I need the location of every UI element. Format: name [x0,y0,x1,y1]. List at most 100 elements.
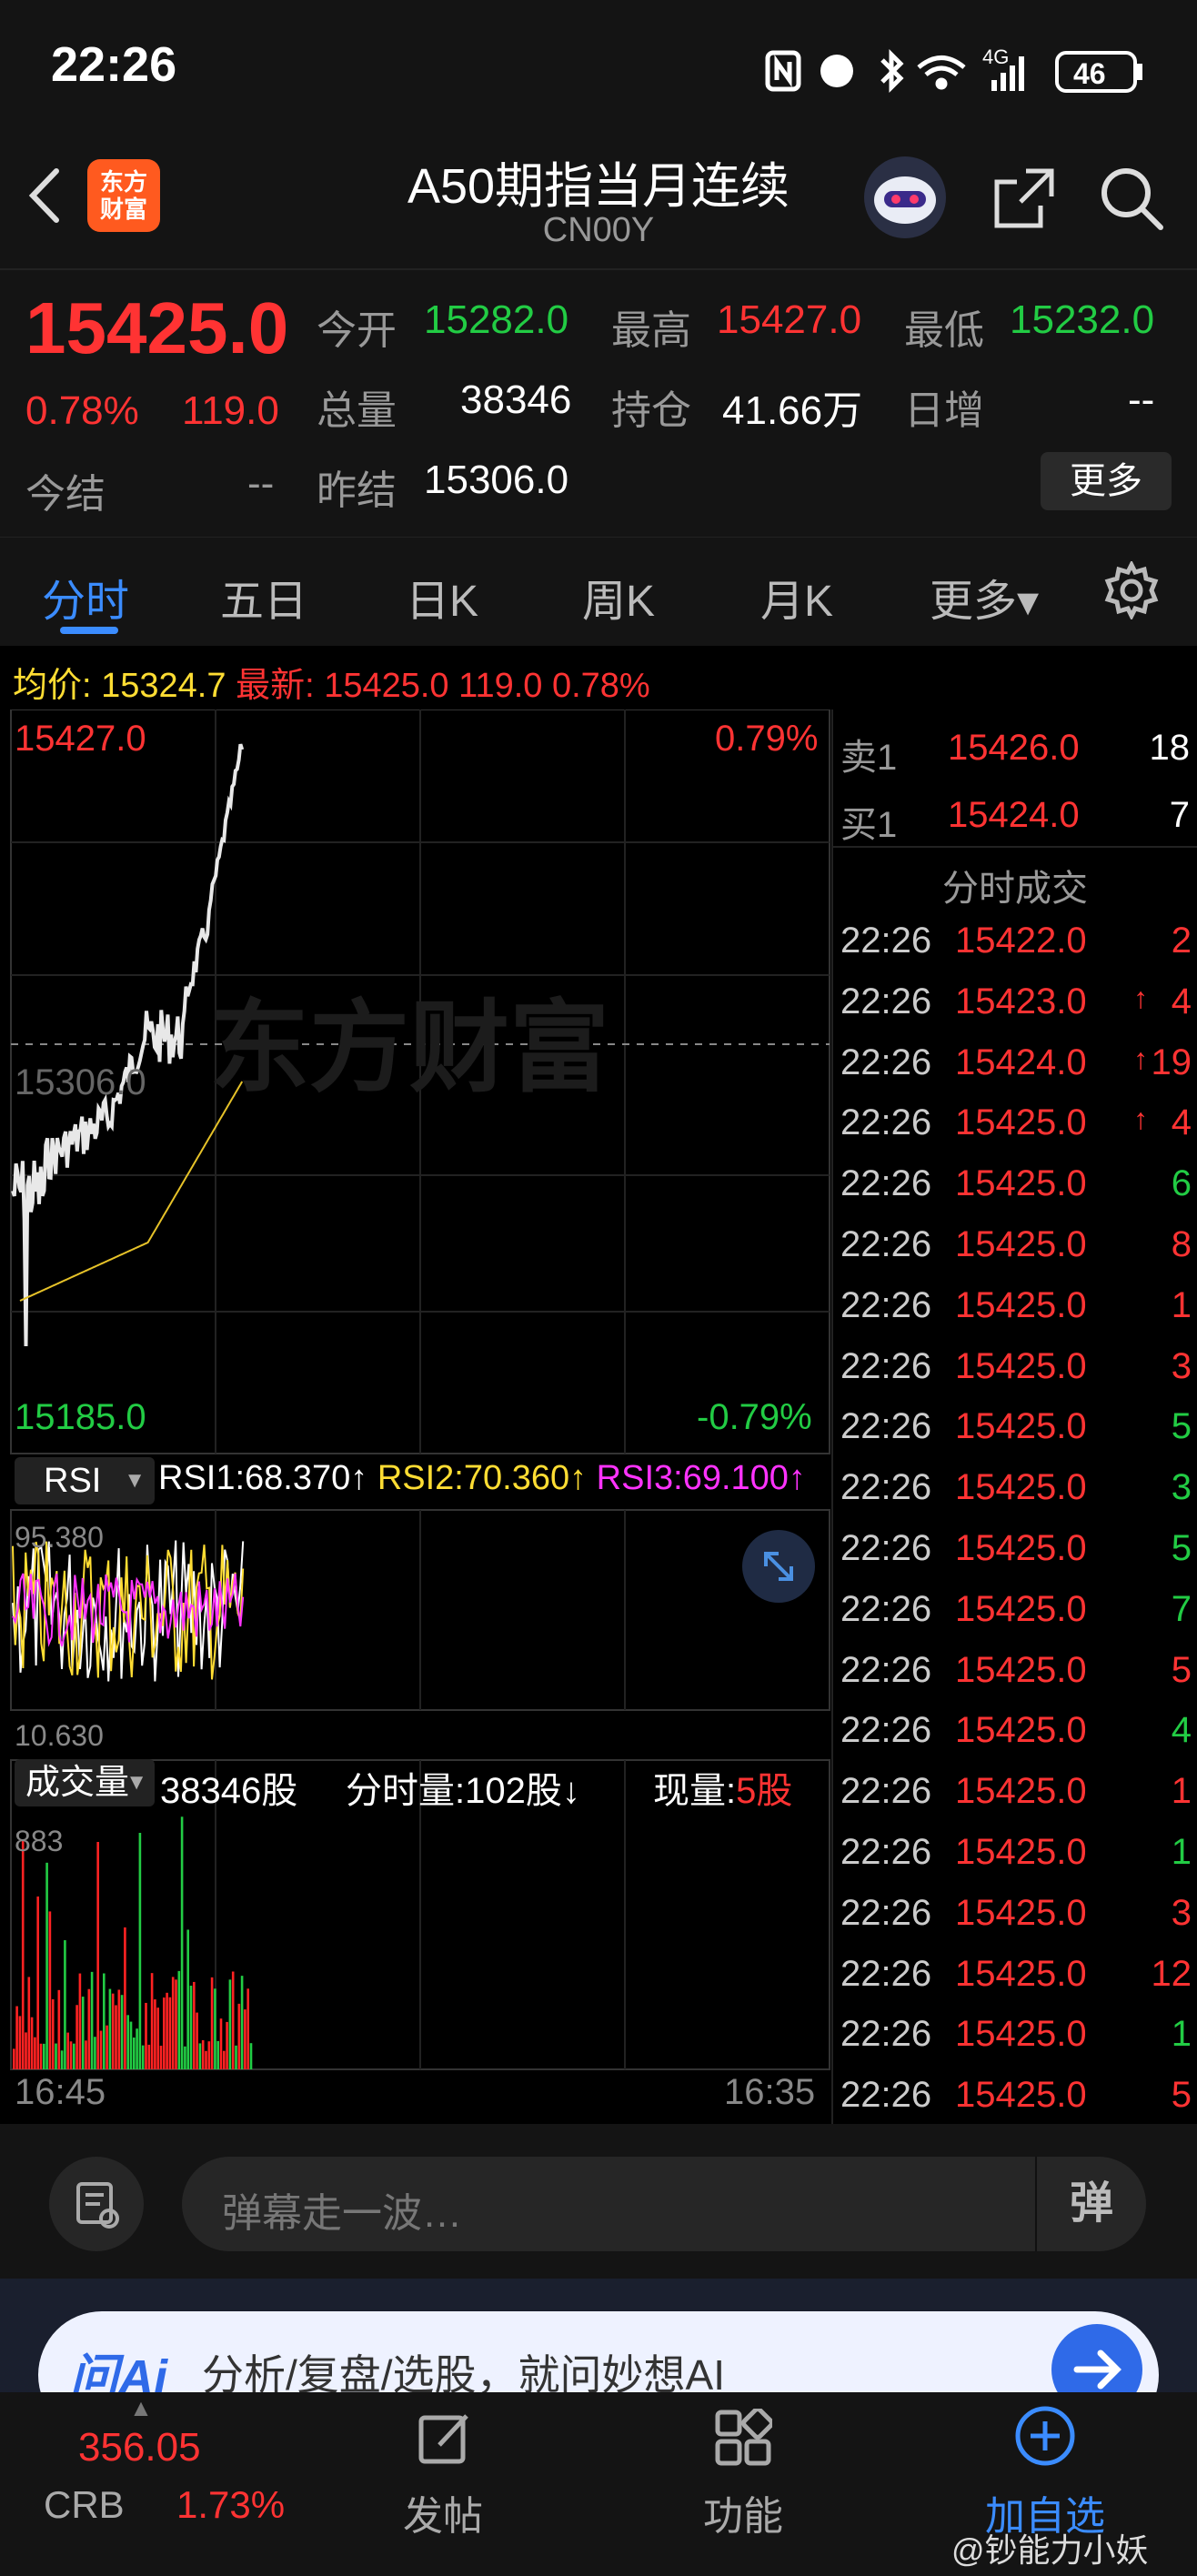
expand-icon[interactable] [742,1530,815,1603]
volume-current-value: 5股 [736,1771,793,1811]
volume-bar [25,2032,27,2069]
volume-bar [15,2006,18,2069]
price-line [11,743,245,1347]
sell1-price: 15426.0 [948,728,1080,768]
trade-time: 22:26 [840,1710,932,1751]
volume-bar [78,1973,82,2069]
tab-5[interactable]: 更多▾ [930,565,1039,629]
trade-arrow-icon: ↑ [1133,1102,1148,1136]
trade-time: 22:26 [840,1224,932,1264]
trade-qty: 19 [1151,1041,1192,1082]
tab-2[interactable]: 日K [406,565,478,629]
trade-qty: 1 [1171,1832,1192,1872]
tab-1[interactable]: 五日 [220,565,307,629]
trade-time: 22:26 [840,981,932,1021]
trade-row: 22:26 15425.0 12 [833,1954,1197,2014]
volume-bar [216,2040,219,2069]
stock-header: 东方 财富 A50期指当月连续 CN00Y [0,136,1197,268]
danmu-send-button[interactable]: 弹 [1035,2157,1146,2251]
tab-3[interactable]: 周K [582,565,655,629]
volume-bar [69,2041,73,2069]
trade-qty: 3 [1171,1892,1192,1933]
buy1-qty: 7 [1169,795,1190,835]
trade-price: 15425.0 [955,1102,1087,1143]
volume-bar [198,2043,202,2069]
volume-bar [133,2038,136,2069]
trade-qty: 1 [1171,2014,1192,2055]
page-title: A50期指当月连续 [407,159,790,214]
volume-current-label: 现量: [653,1771,737,1811]
volume-bar [214,1988,216,2069]
chart-top-pct: 0.79% [715,719,819,759]
trade-row: 22:26 15425.0 3 [833,1467,1197,1527]
volume-bar [136,2028,138,2069]
volume-selector[interactable]: 成交量 ▼ [15,1759,155,1806]
nav-functions-label: 功能 [703,2494,783,2539]
trade-row: 22:26 15425.0 5 [833,1406,1197,1466]
avg-label: 均价: [13,667,92,705]
trade-price: 15425.0 [955,1345,1087,1386]
ai-robot-icon[interactable] [864,156,946,238]
danmu-settings-icon[interactable] [49,2157,144,2251]
back-icon[interactable] [24,164,69,227]
volume-bar [43,2043,45,2069]
chart-area: 均价: 15324.7 最新: 15425.0 119.0 0.78% 东方财富 [0,646,1197,2124]
latest-value: 15425.0 [324,667,449,705]
trade-time: 22:26 [840,921,932,961]
trade-price: 15425.0 [955,1953,1087,1994]
volume-bar [145,2002,147,2069]
trade-qty: 7 [1171,1588,1192,1629]
quote-panel: 15425.0 0.78% 119.0 今结 -- 今开 15282.0 最高 … [0,268,1197,537]
volume-bar [124,1927,126,2069]
search-icon[interactable] [1097,164,1166,233]
danmu-input[interactable]: 弹幕走一波… 弹 [182,2157,1146,2251]
trade-row: 22:26 15425.0 3 [833,1346,1197,1406]
share-icon[interactable] [990,164,1059,233]
trade-qty: 4 [1171,981,1192,1021]
volume-bar [237,2003,241,2069]
volume-bar [141,2045,145,2069]
grid-icon [715,2409,772,2466]
volume-bar [129,2021,133,2069]
volume-bar [30,2017,34,2069]
ticker-widget[interactable]: ▲ 356.05 CRB 1.73% [27,2392,285,2574]
volume-bar [81,1997,85,2069]
trade-time: 22:26 [840,1163,932,1204]
current-price: 15425.0 [25,287,289,368]
settings-gear-icon[interactable] [1102,559,1161,621]
rsi-selector[interactable]: RSI ▼ [15,1457,155,1504]
tab-0[interactable]: 分时 [42,565,129,629]
volume-bar [201,2039,205,2069]
rsi2-value: RSI2:70.360↑ [377,1459,588,1497]
volume-bar [175,1979,177,2069]
app-logo: 东方 财富 [87,159,160,232]
avg-price-line [19,1081,244,1302]
dropdown-arrow-icon: ▼ [124,1468,146,1493]
trade-qty: 5 [1171,1649,1192,1690]
trade-time: 22:26 [840,1771,932,1812]
danmu-bar: 弹幕走一波… 弹 [0,2124,1197,2279]
trade-time: 22:26 [840,1892,932,1933]
ticker-name: CRB [44,2483,125,2526]
trade-qty: 1 [1171,1284,1192,1325]
trade-qty: 8 [1171,1224,1192,1264]
volume-bar [73,2043,75,2069]
volume-minute: 分时量:102股↓ [346,1771,580,1811]
volume-bar [210,1977,214,2069]
chart-top-price: 15427.0 [15,719,146,759]
buy1-price: 15424.0 [948,795,1080,835]
rsi-max: 95.380 [15,1521,104,1554]
volume-bar [39,2043,43,2069]
trade-row: 22:26 15423.0 ↑ 4 [833,981,1197,1041]
volume-bar [45,1862,48,2069]
trade-row: 22:26 15422.0 2 [833,921,1197,981]
volume-bar [66,2032,69,2069]
tab-4[interactable]: 月K [760,565,833,629]
volume-bar [168,1997,172,2069]
trade-time: 22:26 [840,1528,932,1568]
high-value: 15427.0 [717,297,862,342]
volume-bar [231,1971,235,2069]
volume-bar [34,2037,36,2069]
more-button[interactable]: 更多 [1041,452,1172,510]
volume-bar [166,1992,168,2069]
